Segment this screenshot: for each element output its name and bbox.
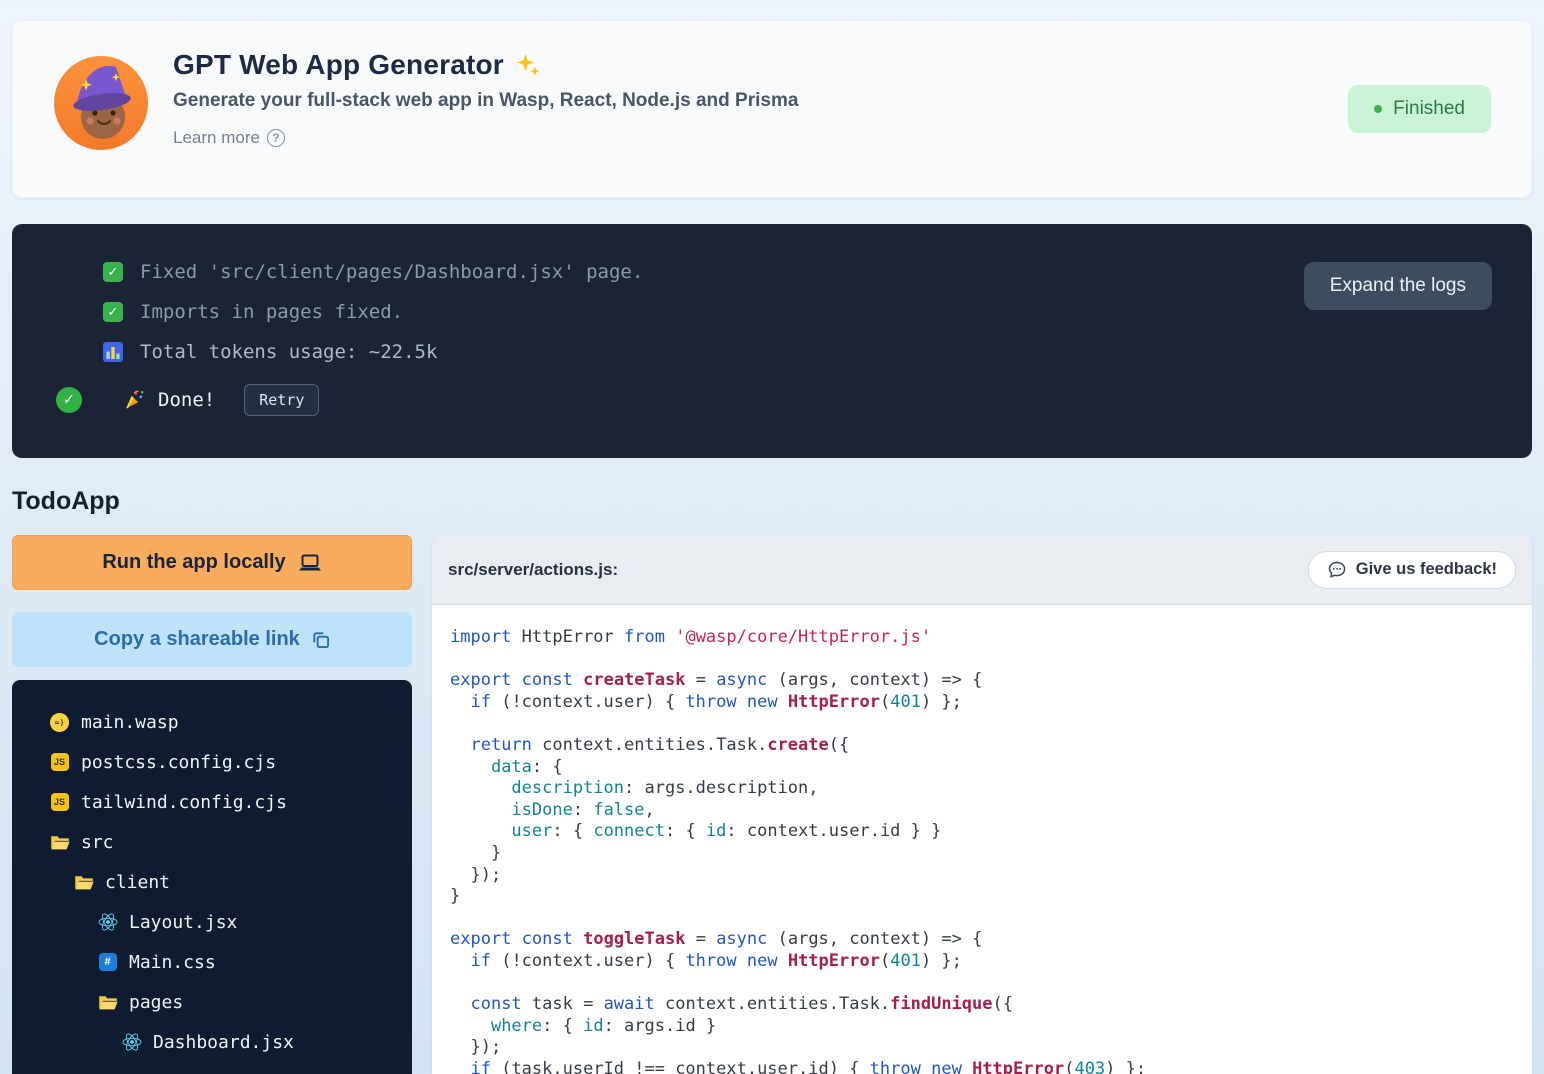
main-columns: Run the app locally Copy a shareable lin… <box>12 535 1532 1074</box>
copy-icon <box>311 630 330 649</box>
code-line: }); <box>450 865 1514 887</box>
laptop-icon <box>298 554 322 572</box>
code-line: const task = await context.entities.Task… <box>450 994 1514 1016</box>
code-viewer-header: src/server/actions.js: Give us feedback! <box>432 535 1532 605</box>
page: GPT Web App Generator Generate your full… <box>0 0 1544 1074</box>
feedback-button[interactable]: Give us feedback! <box>1308 551 1516 589</box>
code-line: return context.entities.Task.create({ <box>450 735 1514 757</box>
code-line: } <box>450 886 1514 908</box>
tree-item-label: main.wasp <box>81 712 179 733</box>
code-line: where: { id: args.id } <box>450 1016 1514 1038</box>
left-column: Run the app locally Copy a shareable lin… <box>12 535 412 1074</box>
run-app-label: Run the app locally <box>102 551 285 574</box>
retry-button[interactable]: Retry <box>244 384 319 416</box>
page-title: GPT Web App Generator <box>173 49 798 81</box>
css-icon: # <box>97 953 118 971</box>
code-line: user: { connect: { id: context.user.id }… <box>450 821 1514 843</box>
expand-logs-button[interactable]: Expand the logs <box>1304 262 1492 310</box>
log-line: ✓ Fixed 'src/client/pages/Dashboard.jsx'… <box>103 262 1492 282</box>
wizard-avatar <box>53 55 149 151</box>
check-square-icon: ✓ <box>103 262 123 282</box>
tree-item-label: Dashboard.jsx <box>153 1032 294 1053</box>
log-panel: Expand the logs ✓ Fixed 'src/client/page… <box>12 224 1532 458</box>
tree-item-src[interactable]: src <box>12 822 412 862</box>
log-line: Total tokens usage: ~22.5k <box>103 342 1492 362</box>
log-line-text: Fixed 'src/client/pages/Dashboard.jsx' p… <box>140 261 643 283</box>
tree-item-main-css[interactable]: # Main.css <box>12 942 412 982</box>
sparkles-icon <box>514 52 541 79</box>
speech-bubble-icon <box>1327 560 1347 580</box>
tree-item-pages[interactable]: pages <box>12 982 412 1022</box>
current-file-label: src/server/actions.js: <box>448 560 618 580</box>
wasp-icon: =) <box>49 713 70 732</box>
status-badge: Finished <box>1348 85 1491 133</box>
tree-item-postcss-config-cjs[interactable]: JS postcss.config.cjs <box>12 742 412 782</box>
app-subtitle: Generate your full-stack web app in Wasp… <box>173 90 798 112</box>
header-text: GPT Web App Generator Generate your full… <box>173 49 798 148</box>
app-header: GPT Web App Generator Generate your full… <box>12 20 1532 198</box>
tree-item-label: Layout.jsx <box>129 912 237 933</box>
code-line: isDone: false, <box>450 800 1514 822</box>
success-check-icon: ✓ <box>56 387 82 413</box>
log-line-text: Imports in pages fixed. <box>140 301 403 323</box>
tree-item-layout-jsx[interactable]: Layout.jsx <box>12 902 412 942</box>
tree-item-label: src <box>81 832 114 853</box>
code-line <box>450 908 1514 930</box>
run-app-button[interactable]: Run the app locally <box>12 535 412 590</box>
done-row: ✓ Done! Retry <box>56 384 1492 416</box>
done-label: Done! <box>158 389 215 411</box>
tree-item-label: pages <box>129 992 183 1013</box>
code-line: if (!context.user) { throw new HttpError… <box>450 951 1514 973</box>
code-viewer: src/server/actions.js: Give us feedback!… <box>432 535 1532 1074</box>
config-icon: JS <box>49 753 70 771</box>
party-popper-icon <box>123 389 145 411</box>
react-icon <box>97 912 118 932</box>
page-title-text: GPT Web App Generator <box>173 49 504 81</box>
code-line: description: args.description, <box>450 778 1514 800</box>
code-line: import HttpError from '@wasp/core/HttpEr… <box>450 627 1514 649</box>
help-icon: ? <box>267 129 285 147</box>
folder-icon <box>49 834 70 851</box>
code-line: export const createTask = async (args, c… <box>450 670 1514 692</box>
react-icon <box>121 1032 142 1052</box>
folder-icon <box>97 994 118 1011</box>
feedback-label: Give us feedback! <box>1356 560 1497 579</box>
status-label: Finished <box>1393 98 1465 120</box>
folder-icon <box>73 874 94 891</box>
code-line: data: { <box>450 757 1514 779</box>
code-line: }); <box>450 1037 1514 1059</box>
tree-item-label: client <box>105 872 170 893</box>
app-name: TodoApp <box>12 486 1532 516</box>
tree-item-label: Main.css <box>129 952 216 973</box>
tree-item-label: tailwind.config.cjs <box>81 792 287 813</box>
tree-item-client[interactable]: client <box>12 862 412 902</box>
tree-item-label: postcss.config.cjs <box>81 752 276 773</box>
code-line: if (!context.user) { throw new HttpError… <box>450 692 1514 714</box>
copy-share-link-button[interactable]: Copy a shareable link <box>12 612 412 667</box>
tree-item-tailwind-config-cjs[interactable]: JS tailwind.config.cjs <box>12 782 412 822</box>
tree-item-main-wasp[interactable]: =) main.wasp <box>12 702 412 742</box>
copy-share-link-label: Copy a shareable link <box>94 628 300 651</box>
learn-more-link[interactable]: Learn more ? <box>173 128 285 148</box>
log-line-text: Total tokens usage: ~22.5k <box>140 341 437 363</box>
code-line: } <box>450 843 1514 865</box>
learn-more-label: Learn more <box>173 128 260 148</box>
bar-chart-icon <box>103 342 123 362</box>
code-content[interactable]: import HttpError from '@wasp/core/HttpEr… <box>432 605 1532 1074</box>
code-line <box>450 973 1514 995</box>
code-line: if (task.userId !== context.user.id) { t… <box>450 1059 1514 1074</box>
file-tree: =) main.wasp JS postcss.config.cjs JS tailwin… <box>12 680 412 1074</box>
code-line: export const toggleTask = async (args, c… <box>450 929 1514 951</box>
tree-item-dashboard-jsx[interactable]: Dashboard.jsx <box>12 1022 412 1062</box>
code-line <box>450 713 1514 735</box>
code-line <box>450 649 1514 671</box>
status-dot-icon <box>1374 105 1382 113</box>
config-icon: JS <box>49 793 70 811</box>
check-square-icon: ✓ <box>103 302 123 322</box>
log-line: ✓ Imports in pages fixed. <box>103 302 1492 322</box>
